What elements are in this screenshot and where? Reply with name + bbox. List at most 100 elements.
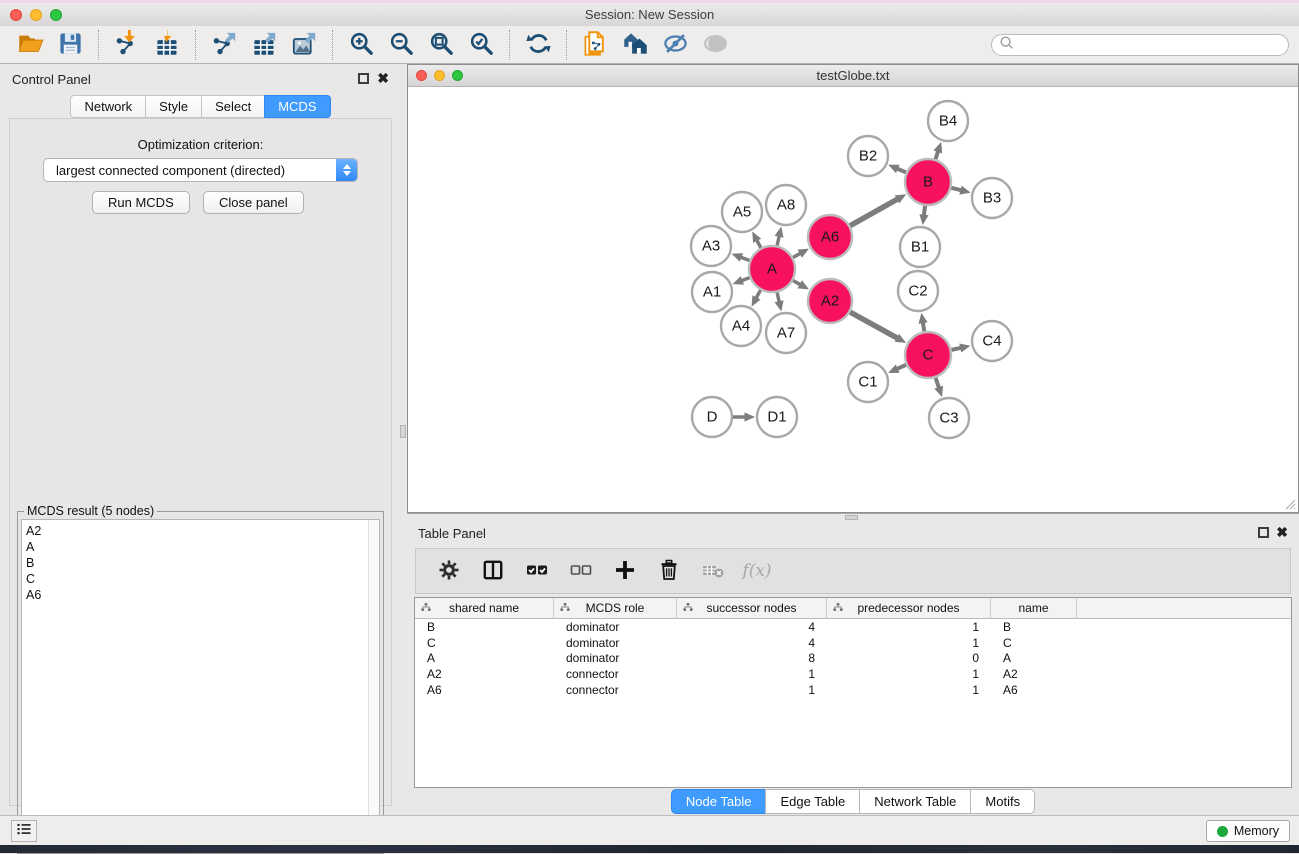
show-graphics-details-button[interactable] bbox=[695, 29, 735, 61]
gear-icon bbox=[438, 559, 460, 584]
vertical-splitter-handle[interactable] bbox=[400, 425, 406, 438]
table-row[interactable]: Cdominator41C bbox=[415, 635, 1291, 651]
mcds-result-list[interactable]: A2ABCA6 bbox=[21, 519, 380, 850]
search-input[interactable] bbox=[1014, 36, 1281, 54]
table-cell[interactable]: A2 bbox=[991, 667, 1077, 681]
import-table-icon bbox=[154, 30, 181, 60]
delete-column-button[interactable] bbox=[654, 556, 684, 586]
node-label-C2: C2 bbox=[908, 283, 927, 300]
table-cell[interactable]: A6 bbox=[415, 683, 554, 697]
status-bar: Memory bbox=[0, 815, 1299, 845]
hide-annotations-button[interactable] bbox=[655, 29, 695, 61]
table-row[interactable]: Bdominator41B bbox=[415, 619, 1291, 635]
split-view-button[interactable] bbox=[478, 556, 508, 586]
table-cell[interactable]: connector bbox=[554, 667, 677, 681]
table-cell[interactable]: 1 bbox=[677, 683, 827, 697]
search-box[interactable] bbox=[991, 34, 1289, 56]
edge-A6-B[interactable] bbox=[850, 198, 899, 225]
result-list-item[interactable]: A bbox=[26, 539, 379, 555]
table-settings-button[interactable] bbox=[434, 556, 464, 586]
tab-network[interactable]: Network bbox=[70, 95, 146, 118]
export-table-button[interactable] bbox=[244, 29, 284, 61]
table-cell[interactable]: A bbox=[991, 651, 1077, 665]
import-table-button[interactable] bbox=[147, 29, 187, 61]
column-header-shared-name[interactable]: shared name bbox=[415, 598, 554, 618]
table-cell[interactable]: 4 bbox=[677, 636, 827, 650]
zoom-out-button[interactable] bbox=[381, 29, 421, 61]
table-cell[interactable]: C bbox=[415, 636, 554, 650]
table-cell[interactable]: 1 bbox=[827, 636, 991, 650]
first-neighbors-button[interactable] bbox=[615, 29, 655, 61]
import-network-button[interactable] bbox=[107, 29, 147, 61]
column-header-MCDS-role[interactable]: MCDS role bbox=[554, 598, 677, 618]
table-cell[interactable]: A6 bbox=[991, 683, 1077, 697]
table-cell[interactable]: 1 bbox=[827, 667, 991, 681]
table-cell[interactable]: dominator bbox=[554, 620, 677, 634]
table-row[interactable]: Adominator80A bbox=[415, 651, 1291, 667]
node-label-A1: A1 bbox=[703, 284, 721, 301]
tab-style[interactable]: Style bbox=[145, 95, 202, 118]
column-header-predecessor-nodes[interactable]: predecessor nodes bbox=[827, 598, 991, 618]
tab-edge-table[interactable]: Edge Table bbox=[765, 789, 860, 814]
result-scrollbar[interactable] bbox=[368, 520, 379, 849]
zoom-fit-button[interactable] bbox=[421, 29, 461, 61]
task-history-button[interactable] bbox=[11, 820, 37, 842]
column-header-successor-nodes[interactable]: successor nodes bbox=[677, 598, 827, 618]
close-panel-icon[interactable]: ✖ bbox=[377, 71, 389, 85]
export-network-button[interactable] bbox=[204, 29, 244, 61]
table-cell[interactable]: 0 bbox=[827, 651, 991, 665]
table-cell[interactable]: 1 bbox=[677, 667, 827, 681]
node-label-B4: B4 bbox=[939, 113, 957, 130]
tab-select[interactable]: Select bbox=[201, 95, 265, 118]
deselect-all-rows-button[interactable] bbox=[566, 556, 596, 586]
export-image-button[interactable] bbox=[284, 29, 324, 61]
clone-network-button[interactable] bbox=[575, 29, 615, 61]
table-cell[interactable]: A bbox=[415, 651, 554, 665]
float-panel-icon[interactable] bbox=[358, 73, 369, 84]
resize-grip-icon[interactable] bbox=[1283, 497, 1296, 510]
tab-node-table[interactable]: Node Table bbox=[671, 789, 767, 814]
select-all-rows-button[interactable] bbox=[522, 556, 552, 586]
criterion-select[interactable]: largest connected component (directed) bbox=[43, 158, 358, 182]
table-cell[interactable]: B bbox=[991, 620, 1077, 634]
add-column-button[interactable] bbox=[610, 556, 640, 586]
table-cell[interactable]: 4 bbox=[677, 620, 827, 634]
control-panel: Control Panel ✖ NetworkStyleSelectMCDS O… bbox=[0, 64, 401, 815]
table-cell[interactable]: dominator bbox=[554, 651, 677, 665]
table-cell[interactable]: 1 bbox=[827, 620, 991, 634]
result-list-item[interactable]: A2 bbox=[26, 523, 379, 539]
table-row[interactable]: A6connector11A6 bbox=[415, 682, 1291, 698]
horizontal-splitter[interactable] bbox=[407, 513, 1299, 520]
table-cell[interactable]: 1 bbox=[827, 683, 991, 697]
tab-motifs[interactable]: Motifs bbox=[970, 789, 1035, 814]
result-list-item[interactable]: A6 bbox=[26, 587, 379, 603]
table-cell[interactable]: connector bbox=[554, 683, 677, 697]
zoom-selected-button[interactable] bbox=[461, 29, 501, 61]
column-header-name[interactable]: name bbox=[991, 598, 1077, 618]
table-cell[interactable]: B bbox=[415, 620, 554, 634]
zoom-fit-icon bbox=[428, 30, 455, 60]
run-mcds-button[interactable]: Run MCDS bbox=[92, 191, 190, 214]
table-row[interactable]: A2connector11A2 bbox=[415, 666, 1291, 682]
save-session-button[interactable] bbox=[50, 29, 90, 61]
tab-mcds[interactable]: MCDS bbox=[264, 95, 330, 118]
edge-A2-C[interactable] bbox=[850, 312, 899, 339]
table-cell[interactable]: 8 bbox=[677, 651, 827, 665]
close-table-panel-icon[interactable]: ✖ bbox=[1276, 525, 1288, 539]
table-cell[interactable]: dominator bbox=[554, 636, 677, 650]
node-table: shared nameMCDS rolesuccessor nodesprede… bbox=[414, 597, 1292, 788]
network-canvas[interactable]: AA1A3A5A8A4A7A6A2BB1B2B3B4CC1C2C3C4DD1 bbox=[408, 87, 1298, 512]
result-list-item[interactable]: C bbox=[26, 571, 379, 587]
network-window-title: testGlobe.txt bbox=[408, 68, 1298, 83]
arrowhead-icon bbox=[959, 343, 970, 352]
close-panel-button[interactable]: Close panel bbox=[203, 191, 304, 214]
float-table-panel-icon[interactable] bbox=[1258, 527, 1269, 538]
table-cell[interactable]: C bbox=[991, 636, 1077, 650]
zoom-in-button[interactable] bbox=[341, 29, 381, 61]
tab-network-table[interactable]: Network Table bbox=[859, 789, 971, 814]
table-cell[interactable]: A2 bbox=[415, 667, 554, 681]
memory-button[interactable]: Memory bbox=[1206, 820, 1290, 842]
result-list-item[interactable]: B bbox=[26, 555, 379, 571]
refresh-network-button[interactable] bbox=[518, 29, 558, 61]
open-session-button[interactable] bbox=[10, 29, 50, 61]
